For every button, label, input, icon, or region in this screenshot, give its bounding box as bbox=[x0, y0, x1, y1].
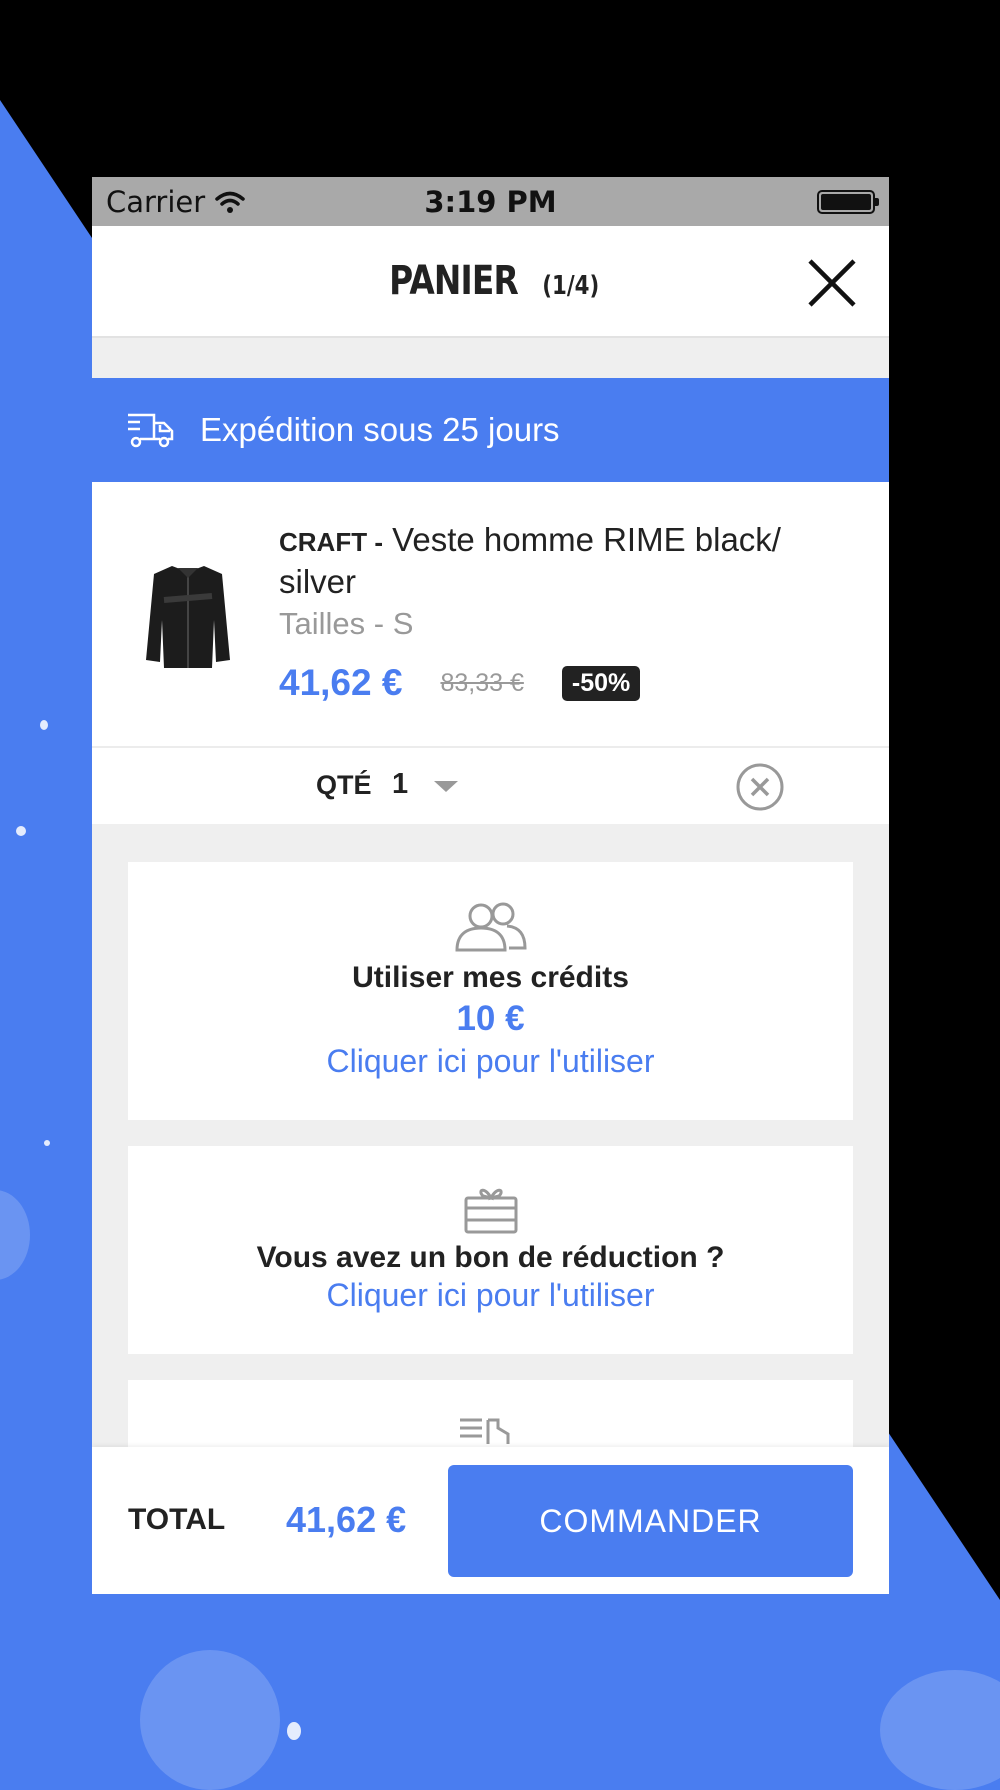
header-title: PANIER bbox=[389, 258, 519, 304]
product-size: Tailles - S bbox=[279, 606, 414, 641]
shipping-text: Expédition sous 25 jours bbox=[200, 411, 560, 448]
snow-speck bbox=[40, 720, 48, 730]
page-title: PANIER (1/4) bbox=[375, 258, 606, 304]
product-name-line: CRAFT - Veste homme RIME black/ silver bbox=[279, 520, 839, 602]
battery-icon bbox=[817, 189, 879, 214]
voucher-card[interactable]: Vous avez un bon de réduction ? Cliquer … bbox=[128, 1146, 853, 1354]
quantity-label: QTÉ bbox=[316, 770, 372, 800]
carrier-label: Carrier bbox=[106, 184, 206, 219]
wifi-icon bbox=[215, 191, 245, 213]
voucher-link[interactable]: Cliquer ici pour l'utiliser bbox=[128, 1277, 853, 1314]
remove-circle-icon[interactable] bbox=[735, 762, 785, 812]
cart-count: (1/4) bbox=[542, 271, 600, 301]
product-old-price: 83,33 € bbox=[440, 668, 524, 697]
order-button[interactable]: COMMANDER bbox=[448, 1465, 853, 1577]
product-info: CRAFT - Veste homme RIME black/ silver T… bbox=[279, 520, 839, 704]
snow-speck bbox=[44, 1140, 50, 1146]
shipping-banner: Expédition sous 25 jours bbox=[92, 378, 889, 482]
background-cloud bbox=[140, 1650, 280, 1790]
status-time: 3:19 PM bbox=[424, 184, 557, 219]
status-left: Carrier bbox=[106, 185, 245, 219]
discount-badge: -50% bbox=[561, 665, 641, 701]
credits-title: Utiliser mes crédits bbox=[352, 961, 629, 994]
background-cloud bbox=[0, 1190, 30, 1280]
product-price: 41,62 € bbox=[279, 662, 403, 703]
quantity-row: QTÉ 1 bbox=[92, 748, 889, 824]
truck-icon bbox=[128, 413, 174, 448]
total-value: 41,62 € bbox=[286, 1499, 407, 1540]
close-icon[interactable] bbox=[805, 256, 859, 310]
users-icon bbox=[454, 902, 527, 952]
snow-speck bbox=[16, 826, 26, 836]
spacer bbox=[92, 338, 889, 378]
price-row: 41,62 € 83,33 € -50% bbox=[279, 662, 839, 704]
voucher-title: Vous avez un bon de réduction ? bbox=[256, 1241, 725, 1274]
cart-header: PANIER (1/4) bbox=[92, 226, 889, 338]
status-bar: Carrier 3:19 PM bbox=[92, 177, 889, 226]
cart-item[interactable]: CRAFT - Veste homme RIME black/ silver T… bbox=[92, 482, 889, 748]
background-cloud bbox=[880, 1670, 1000, 1790]
product-brand: CRAFT - bbox=[279, 527, 383, 557]
quantity-select[interactable]: 1 bbox=[392, 768, 408, 801]
gift-card-icon bbox=[464, 1188, 517, 1234]
credits-link[interactable]: Cliquer ici pour l'utiliser bbox=[128, 1043, 853, 1080]
checkout-footer: TOTAL 41,62 € COMMANDER bbox=[92, 1447, 889, 1594]
chevron-down-icon[interactable] bbox=[434, 781, 458, 792]
jacket-image[interactable] bbox=[142, 560, 234, 670]
credits-amount: 10 € bbox=[456, 999, 525, 1038]
snow-speck bbox=[287, 1722, 301, 1740]
credits-card[interactable]: Utiliser mes crédits 10 € Cliquer ici po… bbox=[128, 862, 853, 1120]
total-label: TOTAL bbox=[128, 1503, 226, 1536]
app-screen: Carrier 3:19 PM PANIER (1/4) Expédition … bbox=[92, 177, 889, 1594]
